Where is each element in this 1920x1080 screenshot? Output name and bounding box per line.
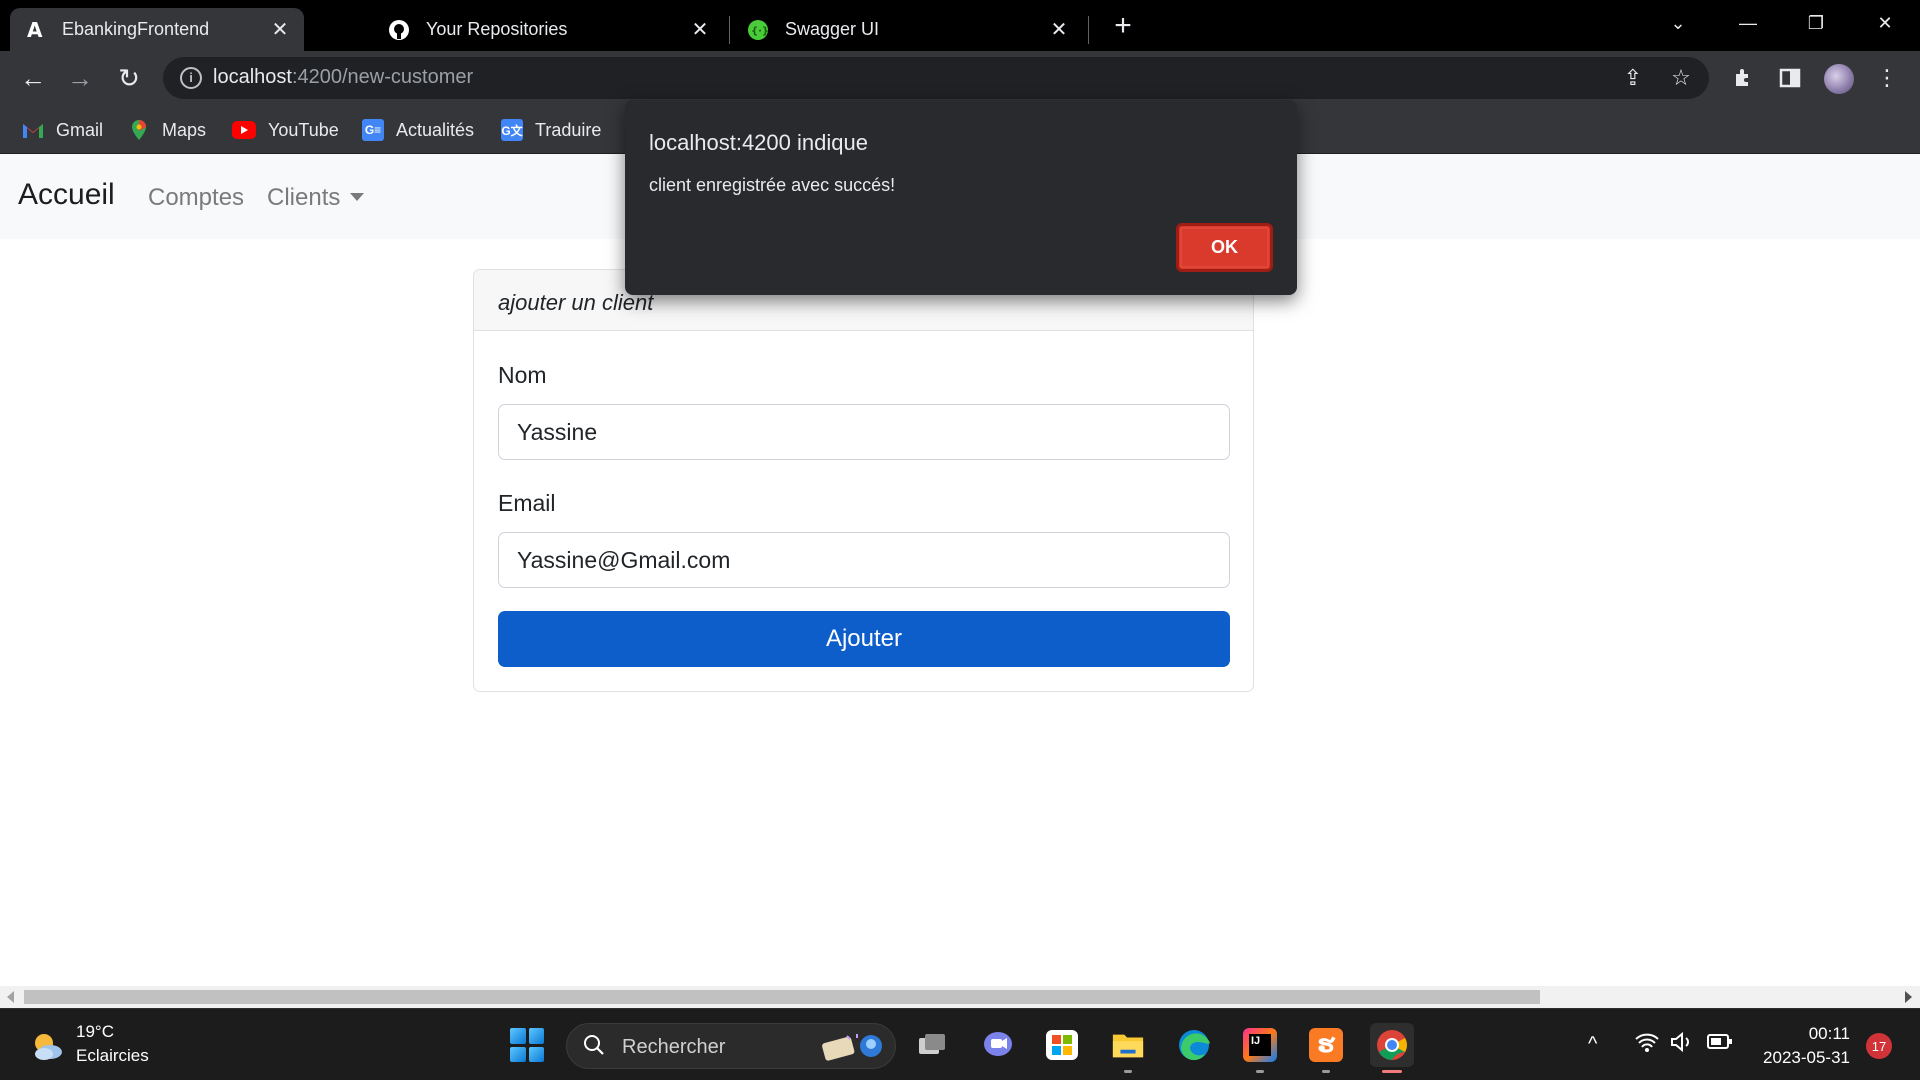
running-indicator [1322,1070,1330,1073]
search-icon [583,1034,605,1062]
menu-icon[interactable]: ⋮ [1872,63,1902,93]
site-info-icon[interactable]: i [180,67,202,89]
intellij-idea-icon[interactable]: IJ [1238,1023,1282,1073]
submit-button[interactable]: Ajouter [498,611,1230,667]
translate-icon: G文 [501,119,523,141]
weather-temperature[interactable]: 19°C [76,1022,114,1042]
tab-title: Your Repositories [426,19,568,39]
forward-icon[interactable]: → [64,62,96,94]
maps-pin-icon [128,119,150,141]
github-icon [388,19,410,41]
tab-strip: A EbankingFrontend ✕ Your Repositories ✕… [0,0,1920,51]
name-label: Nom [498,362,547,388]
tab-swagger[interactable]: {·} Swagger UI ✕ [733,8,1083,51]
scroll-left-icon[interactable] [7,991,14,1003]
alert-dialog: localhost:4200 indique client enregistré… [625,100,1297,295]
active-indicator [1382,1070,1402,1073]
tab-title: Swagger UI [785,19,880,39]
profile-avatar[interactable] [1824,64,1854,94]
running-indicator [1256,1070,1264,1073]
search-highlight-icon [817,1030,887,1064]
email-input[interactable]: Yassine@Gmail.com [498,532,1230,588]
browser-toolbar: ← → ↻ i localhost:4200/new-customer ⇪ ☆ … [0,51,1920,105]
xampp-icon[interactable]: ຮ [1304,1023,1348,1073]
clock-time: 00:11 [1808,1024,1850,1043]
nav-comptes[interactable]: Comptes [148,184,244,212]
news-icon: G≡ [362,119,384,141]
address-bar[interactable]: i localhost:4200/new-customer ⇪ ☆ [163,57,1709,99]
bookmark-youtube[interactable]: YouTube [232,115,339,145]
close-icon[interactable]: ✕ [1049,19,1069,41]
gmail-icon [22,119,44,141]
new-tab-icon[interactable]: + [1108,11,1138,42]
close-icon[interactable]: ✕ [270,19,290,41]
tab-separator [1088,16,1089,44]
microsoft-store-icon[interactable] [1040,1023,1084,1067]
side-panel-icon[interactable] [1775,63,1805,93]
minimize-icon[interactable]: — [1728,8,1768,38]
url-text[interactable]: localhost:4200/new-customer [213,66,473,89]
caret-down-icon [350,193,365,201]
name-input[interactable]: Yassine [498,404,1230,460]
file-explorer-icon[interactable] [1106,1023,1150,1073]
notification-badge[interactable]: 17 [1866,1033,1892,1059]
taskbar: 19°C Eclaircies Rechercher IJ ຮ ^ 00:11 … [0,1008,1920,1080]
horizontal-scrollbar[interactable] [0,986,1920,1008]
alert-message: client enregistrée avec succés! [649,175,896,195]
extensions-icon[interactable] [1729,63,1759,93]
reload-icon[interactable]: ↻ [113,62,145,94]
tab-separator [729,16,730,44]
bookmark-traduire[interactable]: G文 Traduire [501,115,601,145]
nav-clients-dropdown[interactable]: Clients [267,184,365,212]
clock-date: 2023-05-31 [1763,1048,1850,1067]
navbar-brand[interactable]: Accueil [18,178,115,212]
chrome-icon[interactable] [1370,1023,1414,1073]
close-icon[interactable]: ✕ [690,19,710,41]
youtube-icon [232,121,256,139]
volume-icon[interactable] [1670,1031,1694,1059]
bookmark-actualites[interactable]: G≡ Actualités [362,115,474,145]
close-window-icon[interactable]: ✕ [1865,8,1905,38]
system-clock[interactable]: 00:11 2023-05-31 [1763,1022,1850,1070]
running-indicator [1124,1070,1132,1073]
ok-button[interactable]: OK [1176,223,1273,272]
edge-browser-icon[interactable] [1172,1023,1216,1067]
tab-ebanking[interactable]: A EbankingFrontend ✕ [10,8,304,51]
windows-start-icon[interactable] [510,1028,544,1062]
back-icon[interactable]: ← [17,62,49,94]
search-placeholder: Rechercher [622,1036,726,1058]
teams-chat-icon[interactable] [976,1023,1020,1067]
task-view-icon[interactable] [910,1023,954,1067]
swagger-icon: {·} [747,19,769,41]
alert-origin: localhost:4200 indique [649,130,868,155]
wifi-icon[interactable] [1634,1031,1660,1059]
bookmark-star-icon[interactable]: ☆ [1668,65,1694,91]
tab-title: EbankingFrontend [62,19,210,39]
scroll-right-icon[interactable] [1905,991,1912,1003]
svg-text:{·}: {·} [751,26,769,37]
tab-search-icon[interactable]: ⌄ [1658,8,1698,38]
new-customer-card: ajouter un client Nom Yassine Email Yass… [473,269,1254,692]
svg-text:A: A [27,19,43,41]
bookmark-gmail[interactable]: Gmail [22,115,103,145]
weather-partly-cloudy-icon[interactable] [30,1029,64,1063]
email-label: Email [498,490,556,516]
angular-icon: A [24,19,46,41]
tab-repositories[interactable]: Your Repositories ✕ [374,8,724,51]
bookmark-maps[interactable]: Maps [128,115,206,145]
scrollbar-thumb[interactable] [24,990,1540,1004]
weather-description[interactable]: Eclaircies [76,1046,149,1066]
battery-icon[interactable] [1707,1033,1733,1057]
share-icon[interactable]: ⇪ [1620,65,1646,91]
restore-icon[interactable]: ❐ [1796,8,1836,38]
show-hidden-icons[interactable]: ^ [1588,1033,1597,1056]
taskbar-search[interactable]: Rechercher [566,1023,896,1069]
